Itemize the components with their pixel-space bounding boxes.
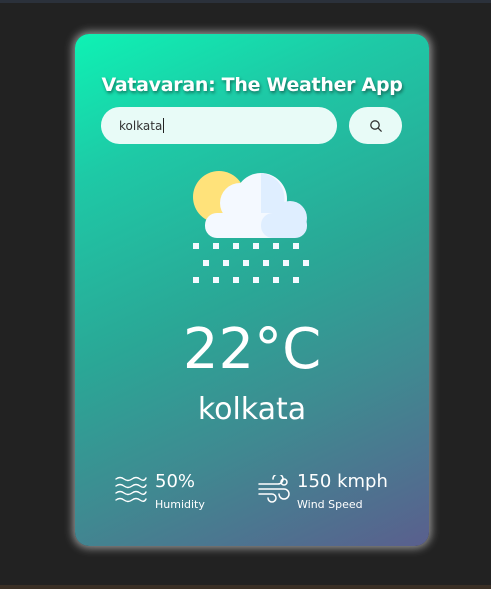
humidity-label: Humidity	[155, 498, 205, 511]
wind-icon	[258, 475, 290, 503]
app-title: Vatavaran: The Weather App	[101, 74, 403, 96]
humidity-icon	[115, 476, 147, 503]
search-icon	[369, 119, 382, 132]
search-input[interactable]	[101, 107, 337, 144]
text-cursor	[163, 118, 164, 133]
humidity-value: 50%	[155, 471, 196, 492]
window-bottom-strip	[0, 585, 491, 589]
wind-label: Wind Speed	[297, 498, 363, 511]
snow-icon	[193, 171, 309, 283]
window-top-strip	[0, 0, 491, 3]
weather-card: Vatavaran: The Weather App kolkata 22°C …	[75, 34, 429, 546]
search-button[interactable]	[349, 107, 402, 144]
city-name: kolkata	[197, 392, 307, 427]
wind-value: 150 kmph	[297, 471, 388, 492]
temperature: 22°C	[182, 317, 322, 382]
